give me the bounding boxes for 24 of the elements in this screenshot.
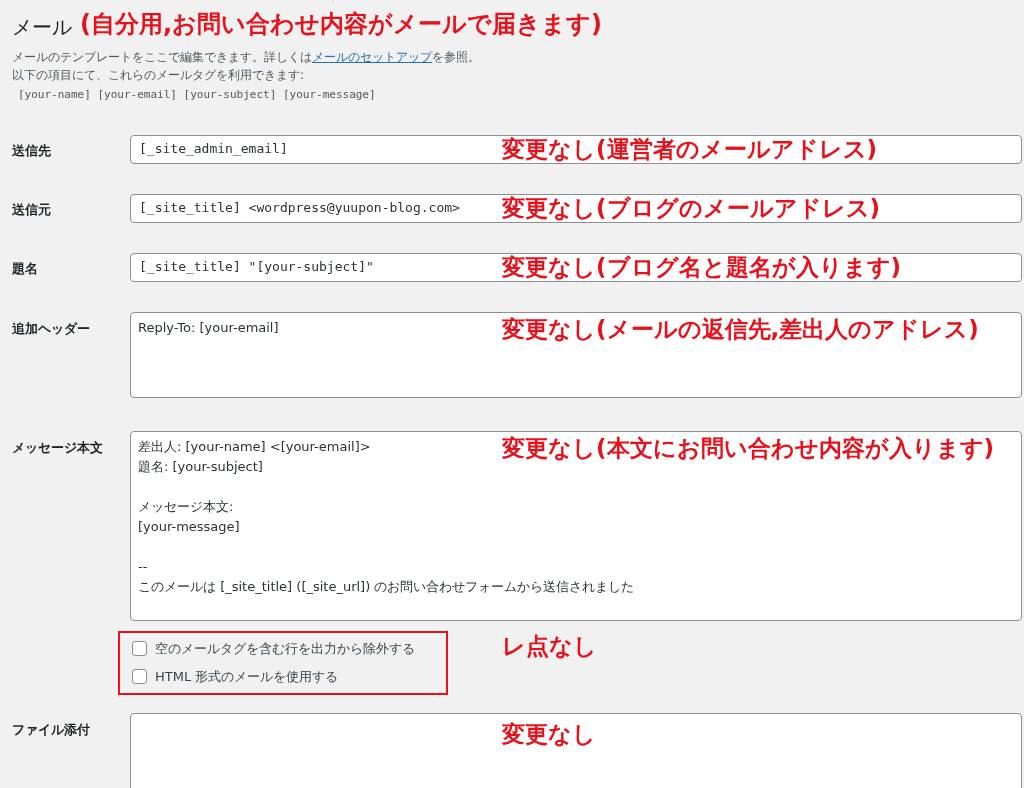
- section-heading: メール: [12, 14, 72, 41]
- field-label: 追加ヘッダー: [12, 319, 91, 338]
- annotation: 変更なし(運営者のメールアドレス): [502, 137, 878, 161]
- annotation: (自分用,お問い合わせ内容がメールで届きます): [80, 9, 603, 40]
- annotation: レ点なし: [502, 634, 597, 658]
- field-label: メッセージ本文: [12, 438, 104, 457]
- checkbox[interactable]: [132, 640, 147, 656]
- text-area[interactable]: [130, 712, 1022, 788]
- field-label: 題名: [12, 259, 39, 278]
- field-label: 送信元: [12, 200, 52, 219]
- setup-link[interactable]: メールのセットアップ: [312, 50, 432, 64]
- annotation: 変更なし(本文にお問い合わせ内容が入ります): [502, 436, 995, 460]
- mail-tags-text: [your-name] [your-email] [your-subject] [your-message]: [17, 87, 377, 103]
- annotation: 変更なし: [502, 722, 596, 746]
- field-label: ファイル添付: [12, 720, 91, 739]
- checkbox[interactable]: [132, 669, 147, 685]
- tags-intro-text: 以下の項目にて、これらのメールタグを利用できます:: [12, 67, 306, 84]
- annotation: 変更なし(メールの返信先,差出人のアドレス): [502, 317, 979, 341]
- checkbox-label: 空のメールタグを含む行を出力から除外する: [155, 639, 415, 658]
- checkbox-label: HTML 形式のメールを使用する: [155, 668, 339, 686]
- field-label: 送信先: [12, 141, 52, 160]
- description-text: メールのテンプレートをここで編集できます。詳しくはメールのセットアップを参照。: [12, 49, 481, 66]
- annotation: 変更なし(ブログ名と題名が入ります): [502, 255, 902, 279]
- annotation: 変更なし(ブログのメールアドレス): [502, 196, 881, 220]
